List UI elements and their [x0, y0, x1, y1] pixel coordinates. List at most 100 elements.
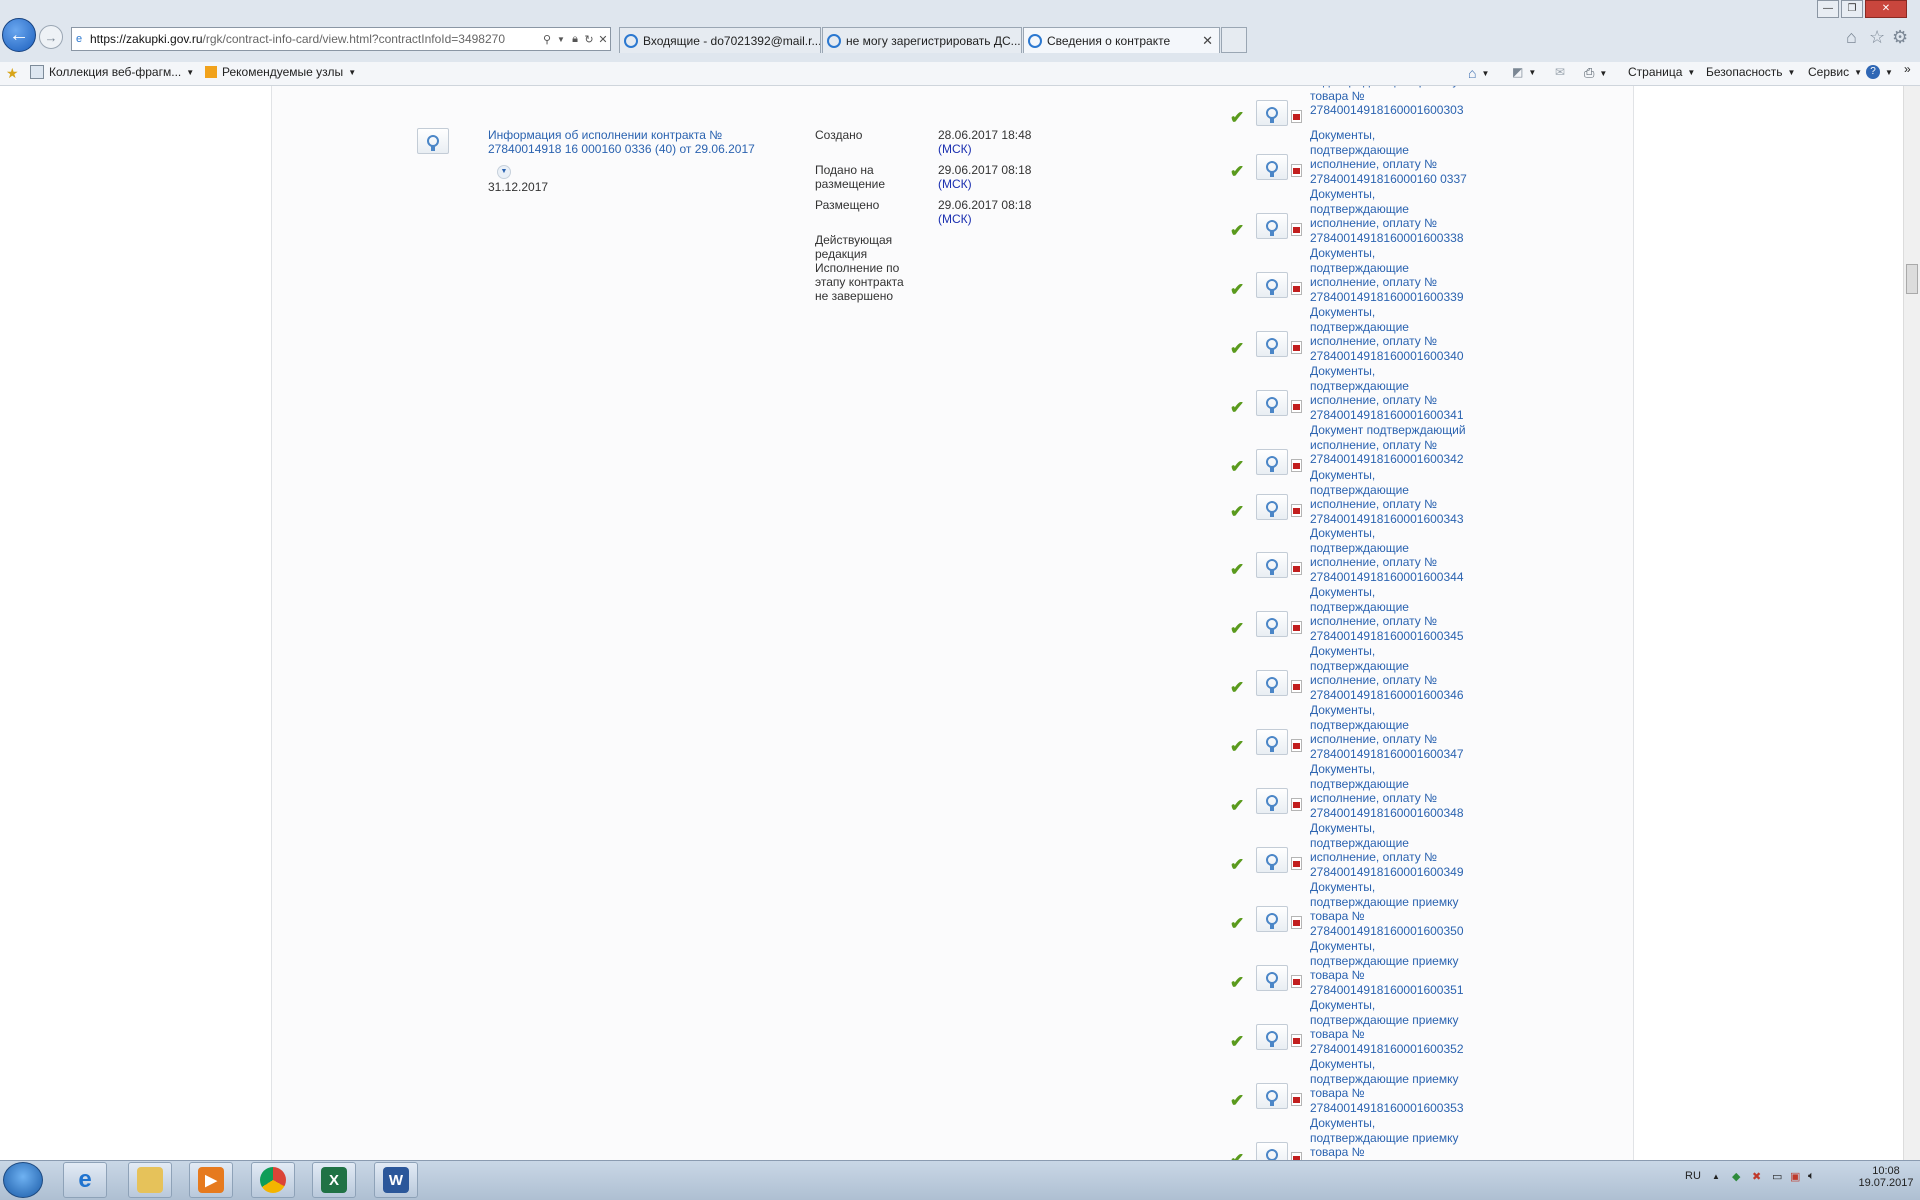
document-link[interactable]: Документы, подтверждающие приемку товара…	[1310, 1116, 1470, 1160]
certificate-button[interactable]	[1256, 729, 1288, 755]
pdf-file-icon[interactable]	[1291, 975, 1302, 988]
document-link[interactable]: Документы, подтверждающие исполнение, оп…	[1310, 364, 1470, 422]
certificate-button[interactable]	[1256, 1083, 1288, 1109]
alert-tray-icon[interactable]: ✖	[1752, 1170, 1761, 1183]
document-link[interactable]: Документы, подтверждающие исполнение, оп…	[1310, 246, 1470, 304]
dropdown-icon[interactable]: ▼	[554, 35, 568, 44]
print-command[interactable]: ⎙ ▼	[1584, 65, 1607, 81]
document-link[interactable]: Документы, подтверждающие исполнение, оп…	[1310, 128, 1470, 186]
certificate-button[interactable]	[1256, 154, 1288, 180]
home-icon[interactable]: ⌂	[1846, 27, 1857, 48]
minimize-button[interactable]: —	[1817, 0, 1839, 18]
close-tab-icon[interactable]: ✕	[1202, 33, 1213, 49]
address-url[interactable]: https://zakupki.gov.ru/rgk/contract-info…	[86, 32, 540, 46]
taskbar-internet-explorer[interactable]: e	[63, 1162, 107, 1198]
document-link[interactable]: Документы, подтверждающие исполнение, оп…	[1310, 468, 1470, 526]
clock[interactable]: 10:08 19.07.2017	[1858, 1165, 1914, 1189]
document-link[interactable]: Документы, подтверждающие приемку товара…	[1310, 1057, 1470, 1115]
certificate-button[interactable]	[1256, 788, 1288, 814]
page-menu[interactable]: Страница ▼	[1628, 65, 1695, 79]
taskbar-excel[interactable]: X	[312, 1162, 356, 1198]
pdf-file-icon[interactable]	[1291, 504, 1302, 517]
certificate-button[interactable]	[1256, 331, 1288, 357]
power-tray-icon[interactable]: ▭	[1772, 1170, 1782, 1183]
tab-inbox[interactable]: Входящие - do7021392@mail.r...	[619, 27, 821, 53]
pdf-file-icon[interactable]	[1291, 459, 1302, 472]
new-tab-button[interactable]	[1221, 27, 1247, 53]
certificate-button[interactable]	[1256, 1024, 1288, 1050]
web-slice-gallery-link[interactable]: Коллекция веб-фрагм... ▼	[30, 65, 194, 79]
taskbar-chrome[interactable]	[251, 1162, 295, 1198]
pdf-file-icon[interactable]	[1291, 857, 1302, 870]
restore-button[interactable]: ❐	[1841, 0, 1863, 18]
pdf-file-icon[interactable]	[1291, 798, 1302, 811]
pdf-file-icon[interactable]	[1291, 1093, 1302, 1106]
document-link[interactable]: Документ подтверждающий исполнение, опла…	[1310, 423, 1470, 467]
tab-register-question[interactable]: не могу зарегистрировать ДС...	[822, 27, 1022, 53]
document-link[interactable]: Документы, подтверждающие исполнение, оп…	[1310, 644, 1470, 702]
tab-contract-info[interactable]: Сведения о контракте ✕	[1023, 27, 1220, 53]
address-bar[interactable]: e https://zakupki.gov.ru/rgk/contract-in…	[71, 27, 611, 51]
stop-icon[interactable]: ✕	[596, 33, 610, 46]
security-tray-icon[interactable]: ◆	[1732, 1170, 1740, 1183]
feeds-command[interactable]: ◩ ▼	[1512, 65, 1536, 79]
document-link[interactable]: Документы, подтверждающие исполнение, оп…	[1310, 821, 1470, 879]
pdf-file-icon[interactable]	[1291, 282, 1302, 295]
certificate-button[interactable]	[1256, 611, 1288, 637]
pdf-file-icon[interactable]	[1291, 680, 1302, 693]
document-link[interactable]: Документы, подтверждающие исполнение, оп…	[1310, 585, 1470, 643]
document-link[interactable]: Документы, подтверждающие приемку товара…	[1310, 880, 1470, 938]
refresh-icon[interactable]: ↻	[582, 33, 596, 46]
suggested-sites-link[interactable]: Рекомендуемые узлы ▼	[205, 65, 356, 79]
pdf-file-icon[interactable]	[1291, 341, 1302, 354]
certificate-button[interactable]	[1256, 390, 1288, 416]
taskbar-media-player[interactable]: ▶	[189, 1162, 233, 1198]
safety-menu[interactable]: Безопасность ▼	[1706, 65, 1795, 79]
vertical-scrollbar[interactable]	[1903, 86, 1920, 1160]
command-overflow[interactable]: »	[1904, 62, 1911, 76]
pdf-file-icon[interactable]	[1291, 562, 1302, 575]
language-indicator[interactable]: RU	[1685, 1170, 1701, 1182]
close-window-button[interactable]: ✕	[1865, 0, 1907, 18]
help-menu[interactable]: ? ▼	[1866, 65, 1893, 79]
volume-icon[interactable]: 🔈︎	[1808, 1170, 1815, 1183]
network-tray-icon[interactable]: ▣	[1790, 1170, 1800, 1183]
tools-menu[interactable]: Сервис ▼	[1808, 65, 1862, 79]
document-link[interactable]: Документы, подтверждающие исполнение, оп…	[1310, 187, 1470, 245]
document-link[interactable]: Документы, подтверждающие исполнение, оп…	[1310, 526, 1470, 584]
pdf-file-icon[interactable]	[1291, 223, 1302, 236]
document-link[interactable]: Документы, подтверждающие приемку товара…	[1310, 939, 1470, 997]
document-link[interactable]: подтверждающие приемку товара №278400149…	[1310, 86, 1470, 118]
forward-button[interactable]: →	[39, 25, 63, 49]
certificate-button[interactable]	[1256, 552, 1288, 578]
certificate-button[interactable]	[1256, 965, 1288, 991]
pdf-file-icon[interactable]	[1291, 739, 1302, 752]
home-command[interactable]: ⌂ ▼	[1468, 65, 1489, 81]
certificate-button[interactable]	[1256, 494, 1288, 520]
start-button[interactable]	[3, 1162, 43, 1198]
taskbar-file-explorer[interactable]	[128, 1162, 172, 1198]
document-link[interactable]: Документы, подтверждающие исполнение, оп…	[1310, 305, 1470, 363]
pdf-file-icon[interactable]	[1291, 1034, 1302, 1047]
certificate-button[interactable]	[1256, 449, 1288, 475]
certificate-button[interactable]	[1256, 1142, 1288, 1160]
certificate-button[interactable]	[1256, 213, 1288, 239]
document-link[interactable]: Документы, подтверждающие приемку товара…	[1310, 998, 1470, 1056]
pdf-file-icon[interactable]	[1291, 916, 1302, 929]
search-icon[interactable]: ⚲	[540, 33, 554, 46]
document-link[interactable]: Документы, подтверждающие исполнение, оп…	[1310, 703, 1470, 761]
favorites-star-icon[interactable]: ☆	[1869, 27, 1885, 48]
pdf-file-icon[interactable]	[1291, 110, 1302, 123]
pdf-file-icon[interactable]	[1291, 164, 1302, 177]
pdf-file-icon[interactable]	[1291, 621, 1302, 634]
expand-toggle[interactable]: ▼	[497, 165, 511, 179]
execution-info-link[interactable]: Информация об исполнении контракта № 278…	[488, 128, 778, 156]
lock-icon[interactable]: 🔒︎	[568, 33, 582, 46]
certificate-button[interactable]	[1256, 670, 1288, 696]
certificate-button[interactable]	[1256, 272, 1288, 298]
certificate-button[interactable]	[1256, 847, 1288, 873]
pdf-file-icon[interactable]	[1291, 1152, 1302, 1160]
mail-command[interactable]: ✉	[1555, 65, 1565, 79]
document-link[interactable]: Документы, подтверждающие исполнение, оп…	[1310, 762, 1470, 820]
show-hidden-icons-icon[interactable]: ▲	[1712, 1172, 1720, 1181]
